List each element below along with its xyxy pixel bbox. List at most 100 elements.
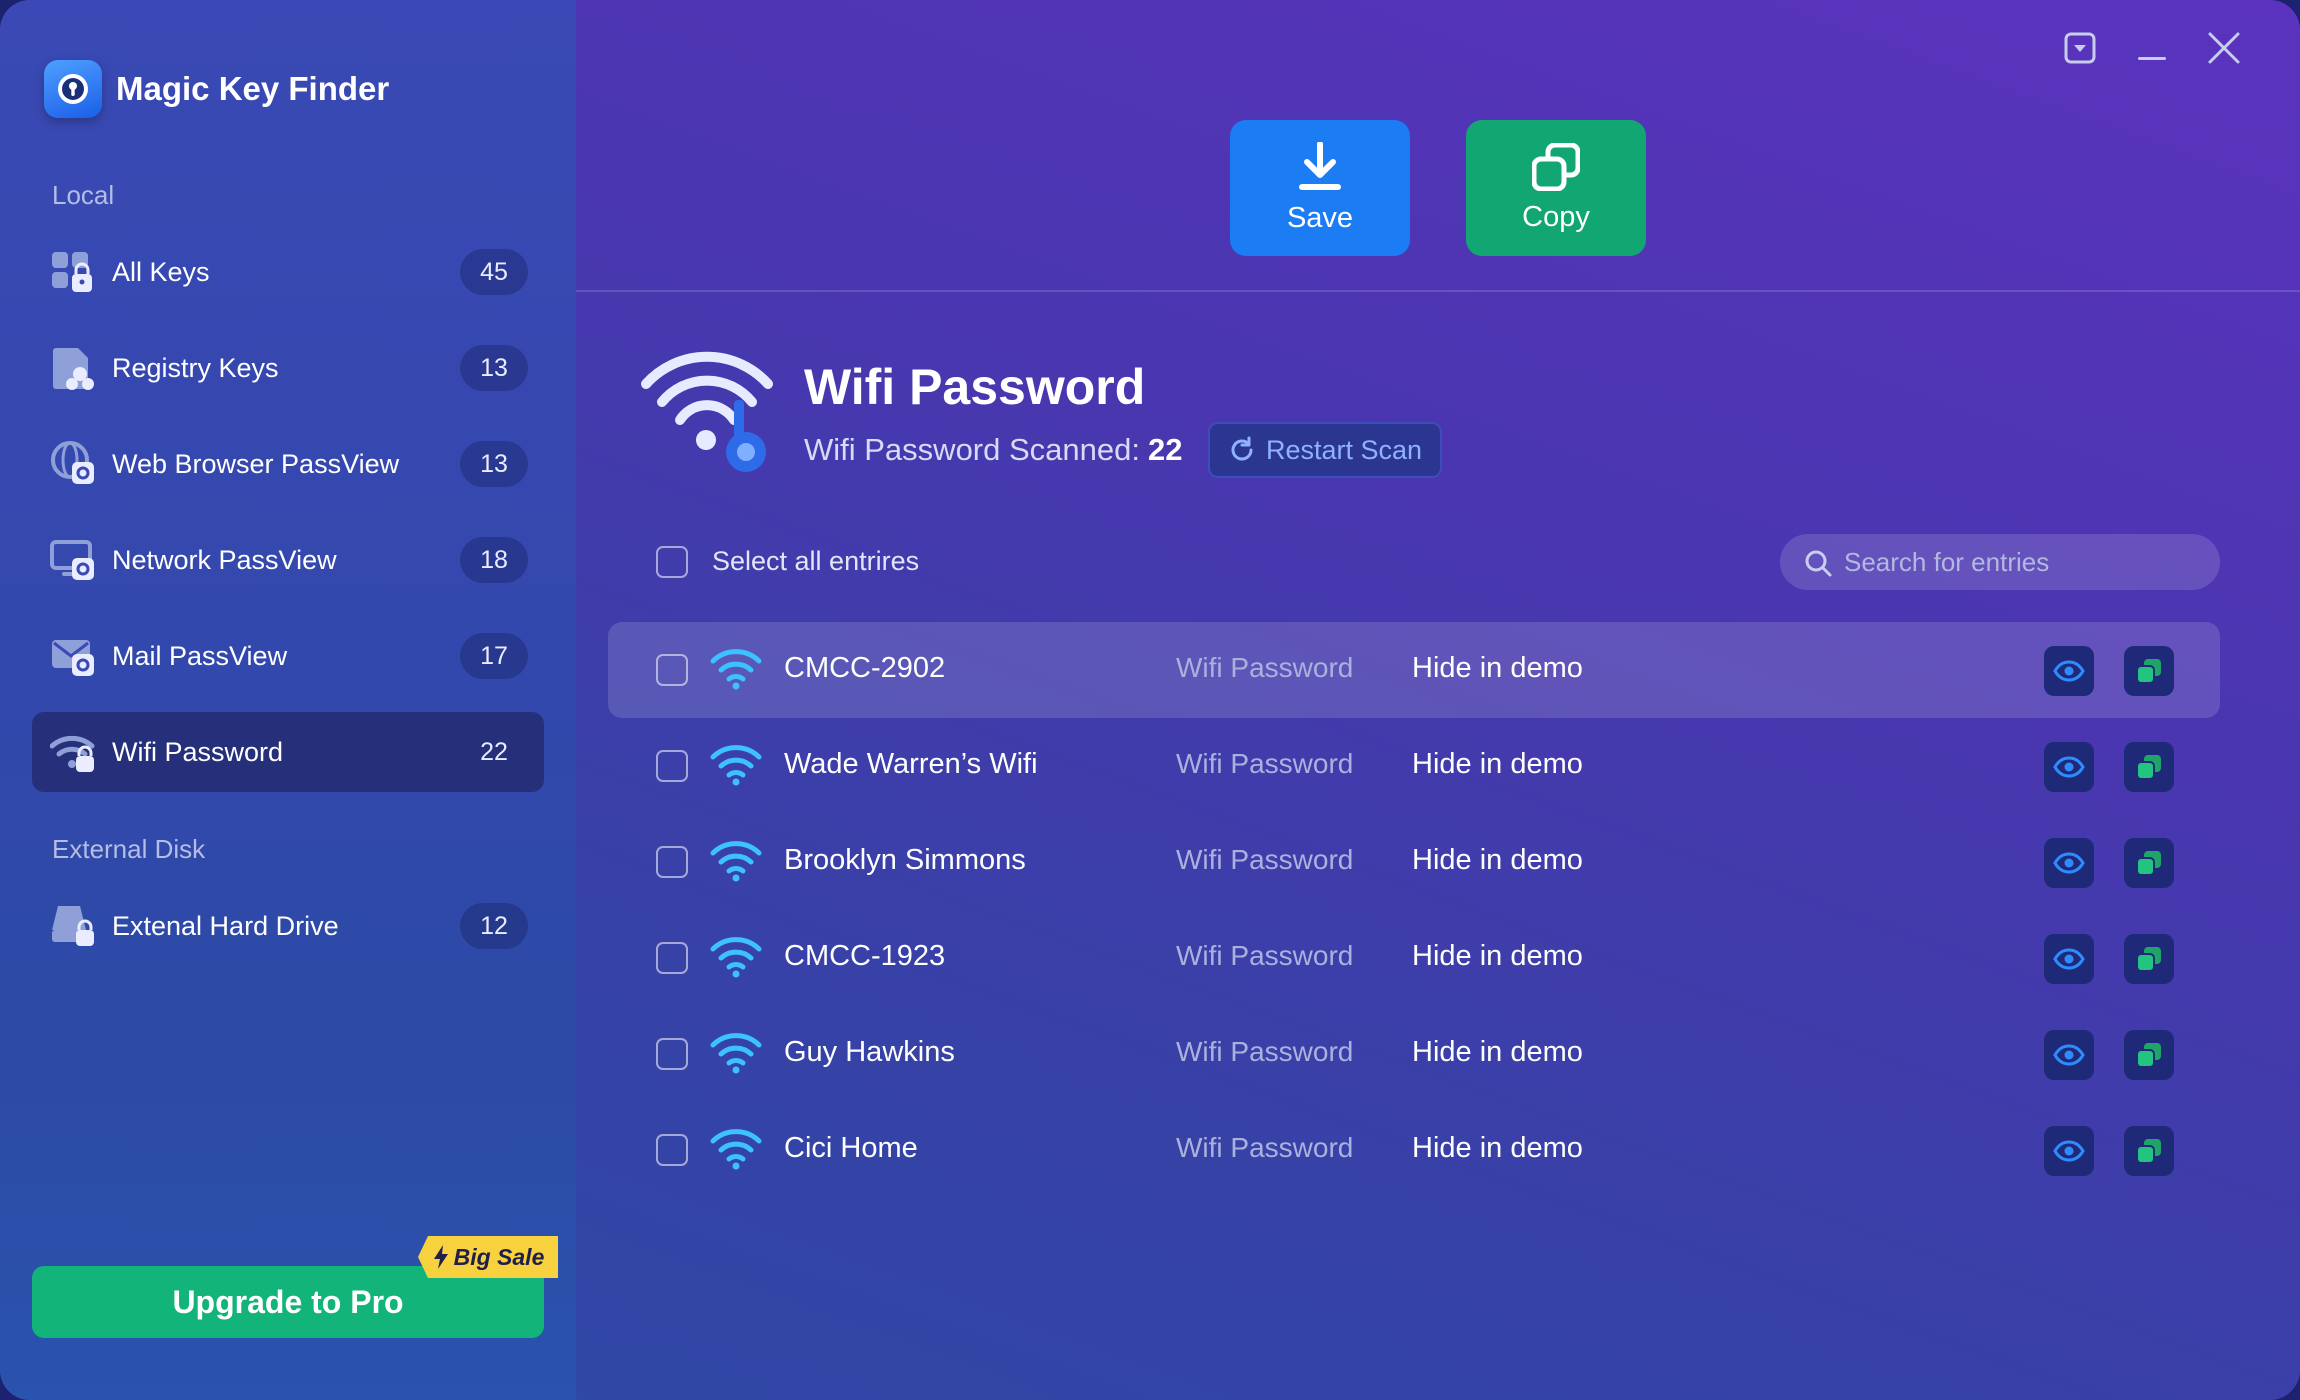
dropdown-menu-icon[interactable] [2060, 28, 2100, 68]
copy-entry-button[interactable] [2124, 838, 2174, 888]
toolbar-divider [576, 290, 2300, 292]
entry-password: Hide in demo [1412, 844, 1583, 876]
entry-type: Wifi Password [1176, 1132, 1354, 1163]
copy-entry-button[interactable] [2124, 1126, 2174, 1176]
copy-entry-button[interactable] [2124, 646, 2174, 696]
row-checkbox[interactable] [656, 1134, 688, 1166]
sidebar-item-count: 13 [460, 345, 528, 391]
sidebar-item-label: All Keys [112, 256, 210, 287]
big-sale-badge: Big Sale [418, 1236, 558, 1278]
entry-password: Hide in demo [1412, 1132, 1583, 1164]
sidebar-item-external-hard-drive[interactable]: Extenal Hard Drive 12 [32, 886, 544, 966]
copy-entry-button[interactable] [2124, 742, 2174, 792]
row-checkbox[interactable] [656, 942, 688, 974]
table-row[interactable]: CMCC-2902 Wifi Password Hide in demo [608, 622, 2220, 718]
row-checkbox[interactable] [656, 1038, 688, 1070]
restart-scan-button[interactable]: Restart Scan [1208, 422, 1442, 478]
sidebar: Magic Key Finder Local All Keys 45 Regis… [0, 0, 576, 1400]
wifi-icon [710, 649, 762, 690]
wifi-icon [710, 937, 762, 978]
sidebar-item-network-passview[interactable]: Network PassView 18 [32, 520, 544, 600]
close-icon[interactable] [2204, 28, 2244, 68]
table-row[interactable]: Guy Hawkins Wifi Password Hide in demo [608, 1006, 2220, 1102]
grid-lock-icon [52, 252, 92, 292]
copy-button[interactable]: Copy [1466, 120, 1646, 256]
copy-icon [2136, 1139, 2161, 1164]
refresh-icon [1231, 436, 1253, 461]
mail-lock-icon [52, 640, 94, 676]
sidebar-item-count: 18 [460, 537, 528, 583]
entry-type: Wifi Password [1176, 652, 1354, 683]
brand: Magic Key Finder [44, 60, 389, 118]
entry-password: Hide in demo [1412, 748, 1583, 780]
scanned-count: 22 [1147, 432, 1183, 467]
save-label: Save [1286, 201, 1354, 234]
show-password-button[interactable] [2044, 838, 2094, 888]
show-password-button[interactable] [2044, 1030, 2094, 1080]
copy-icon [2136, 851, 2161, 876]
table-row[interactable]: Cici Home Wifi Password Hide in demo [608, 1102, 2220, 1198]
sidebar-item-count: 17 [460, 633, 528, 679]
minimize-icon[interactable] [2132, 28, 2172, 68]
sidebar-item-label: Web Browser PassView [112, 448, 400, 479]
section-label-external: External Disk [52, 834, 206, 864]
entry-name: Wade Warren’s Wifi [784, 748, 1038, 780]
sidebar-item-wifi-password[interactable]: Wifi Password 22 [32, 712, 544, 792]
sidebar-item-label: Mail PassView [112, 640, 288, 671]
wifi-icon [710, 1033, 762, 1074]
row-checkbox[interactable] [656, 750, 688, 782]
wifi-icon [710, 841, 762, 882]
copy-icon [2136, 755, 2161, 780]
sidebar-item-all-keys[interactable]: All Keys 45 [32, 232, 544, 312]
table-row[interactable]: CMCC-1923 Wifi Password Hide in demo [608, 910, 2220, 1006]
eye-icon [2053, 948, 2085, 970]
sidebar-item-label: Registry Keys [112, 352, 279, 383]
sidebar-item-count: 45 [460, 249, 528, 295]
scanned-label: Wifi Password Scanned: [804, 432, 1140, 467]
entry-name: Guy Hawkins [784, 1036, 955, 1068]
sidebar-item-label: Network PassView [112, 544, 337, 575]
copy-icon [2136, 1043, 2161, 1068]
copy-label: Copy [1522, 200, 1590, 233]
show-password-button[interactable] [2044, 742, 2094, 792]
entry-name: CMCC-1923 [784, 940, 946, 972]
copy-entry-button[interactable] [2124, 1030, 2174, 1080]
select-all-checkbox[interactable] [656, 546, 688, 578]
row-checkbox[interactable] [656, 846, 688, 878]
entry-name: Brooklyn Simmons [784, 844, 1026, 876]
sidebar-item-web-browser-passview[interactable]: Web Browser PassView 13 [32, 424, 544, 504]
big-sale-label: Big Sale [453, 1243, 545, 1270]
search-icon [1805, 550, 1832, 577]
section-label-local: Local [52, 180, 115, 210]
wifi-icon [710, 745, 762, 786]
entry-type: Wifi Password [1176, 748, 1354, 779]
table-row[interactable]: Brooklyn Simmons Wifi Password Hide in d… [608, 814, 2220, 910]
search-input[interactable] [1844, 534, 2204, 590]
app-window: Magic Key Finder Local All Keys 45 Regis… [0, 0, 2300, 1400]
copy-icon [1532, 142, 1580, 191]
sidebar-item-registry-keys[interactable]: Registry Keys 13 [32, 328, 544, 408]
save-button[interactable]: Save [1230, 120, 1410, 256]
eye-icon [2053, 1140, 2085, 1162]
app-title: Magic Key Finder [116, 70, 390, 107]
sidebar-item-label: Extenal Hard Drive [112, 910, 339, 941]
table-row[interactable]: Wade Warren’s Wifi Wifi Password Hide in… [608, 718, 2220, 814]
search-box [1780, 534, 2220, 590]
entry-name: CMCC-2902 [784, 652, 946, 684]
entry-type: Wifi Password [1176, 844, 1354, 875]
app-logo-icon [44, 60, 102, 118]
row-checkbox[interactable] [656, 654, 688, 686]
globe-lock-icon [51, 441, 94, 484]
registry-file-icon [53, 348, 94, 390]
show-password-button[interactable] [2044, 934, 2094, 984]
entry-password: Hide in demo [1412, 652, 1583, 684]
eye-icon [2053, 660, 2085, 682]
entry-type: Wifi Password [1176, 940, 1354, 971]
monitor-lock-icon [50, 540, 94, 580]
sidebar-item-mail-passview[interactable]: Mail PassView 17 [32, 616, 544, 696]
show-password-button[interactable] [2044, 646, 2094, 696]
entry-password: Hide in demo [1412, 1036, 1583, 1068]
copy-entry-button[interactable] [2124, 934, 2174, 984]
restart-scan-label: Restart Scan [1265, 434, 1423, 465]
show-password-button[interactable] [2044, 1126, 2094, 1176]
